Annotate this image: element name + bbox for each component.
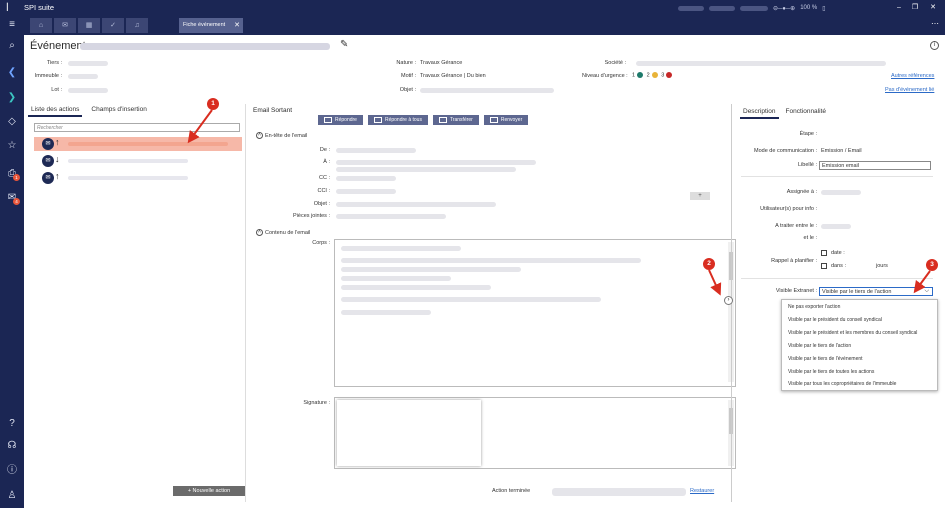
annotation-arrow-2 bbox=[708, 269, 722, 296]
annotation-arrows bbox=[187, 109, 931, 296]
annotation-arrow-1 bbox=[187, 109, 213, 144]
annotation-arrow-3 bbox=[913, 270, 931, 294]
